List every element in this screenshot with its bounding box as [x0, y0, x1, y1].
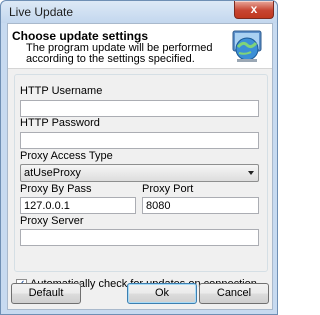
close-button[interactable]: x: [234, 1, 274, 19]
proxy-port-label: Proxy Port: [142, 183, 194, 195]
http-username-label: HTTP Username: [20, 85, 103, 97]
proxy-server-label: Proxy Server: [20, 215, 84, 227]
ok-button[interactable]: Ok: [127, 283, 197, 304]
http-password-label: HTTP Password: [20, 117, 100, 129]
globe-update-icon: [232, 30, 262, 62]
live-update-window: Live Update x Choose update settings The…: [0, 0, 278, 315]
proxy-server-input[interactable]: [20, 229, 259, 246]
ok-button-label: Ok: [154, 287, 170, 299]
header-description: The program update will be performed acc…: [26, 42, 213, 65]
proxy-access-type-value: atUseProxy: [24, 167, 81, 179]
window-title: Live Update: [9, 5, 74, 19]
default-button-label: Default: [28, 287, 64, 299]
proxy-port-input[interactable]: [142, 197, 259, 214]
http-username-input[interactable]: [20, 100, 259, 117]
proxy-access-type-select[interactable]: atUseProxy: [20, 164, 259, 182]
chevron-down-icon: [248, 171, 254, 175]
title-bar[interactable]: Live Update x: [1, 1, 277, 23]
proxy-bypass-input[interactable]: [20, 197, 136, 214]
default-button[interactable]: Default: [11, 283, 81, 304]
proxy-access-type-label: Proxy Access Type: [20, 150, 113, 162]
proxy-bypass-label: Proxy By Pass: [20, 183, 92, 195]
close-icon: x: [250, 2, 258, 16]
cancel-button-label: Cancel: [216, 287, 252, 299]
cancel-button[interactable]: Cancel: [199, 283, 269, 304]
dialog-client-area: Choose update settings The program updat…: [7, 23, 273, 310]
settings-group: HTTP Username HTTP Password Proxy Access…: [14, 74, 268, 272]
http-password-input[interactable]: [20, 132, 259, 149]
header-title: Choose update settings: [12, 29, 149, 43]
dialog-header: Choose update settings The program updat…: [8, 24, 272, 69]
